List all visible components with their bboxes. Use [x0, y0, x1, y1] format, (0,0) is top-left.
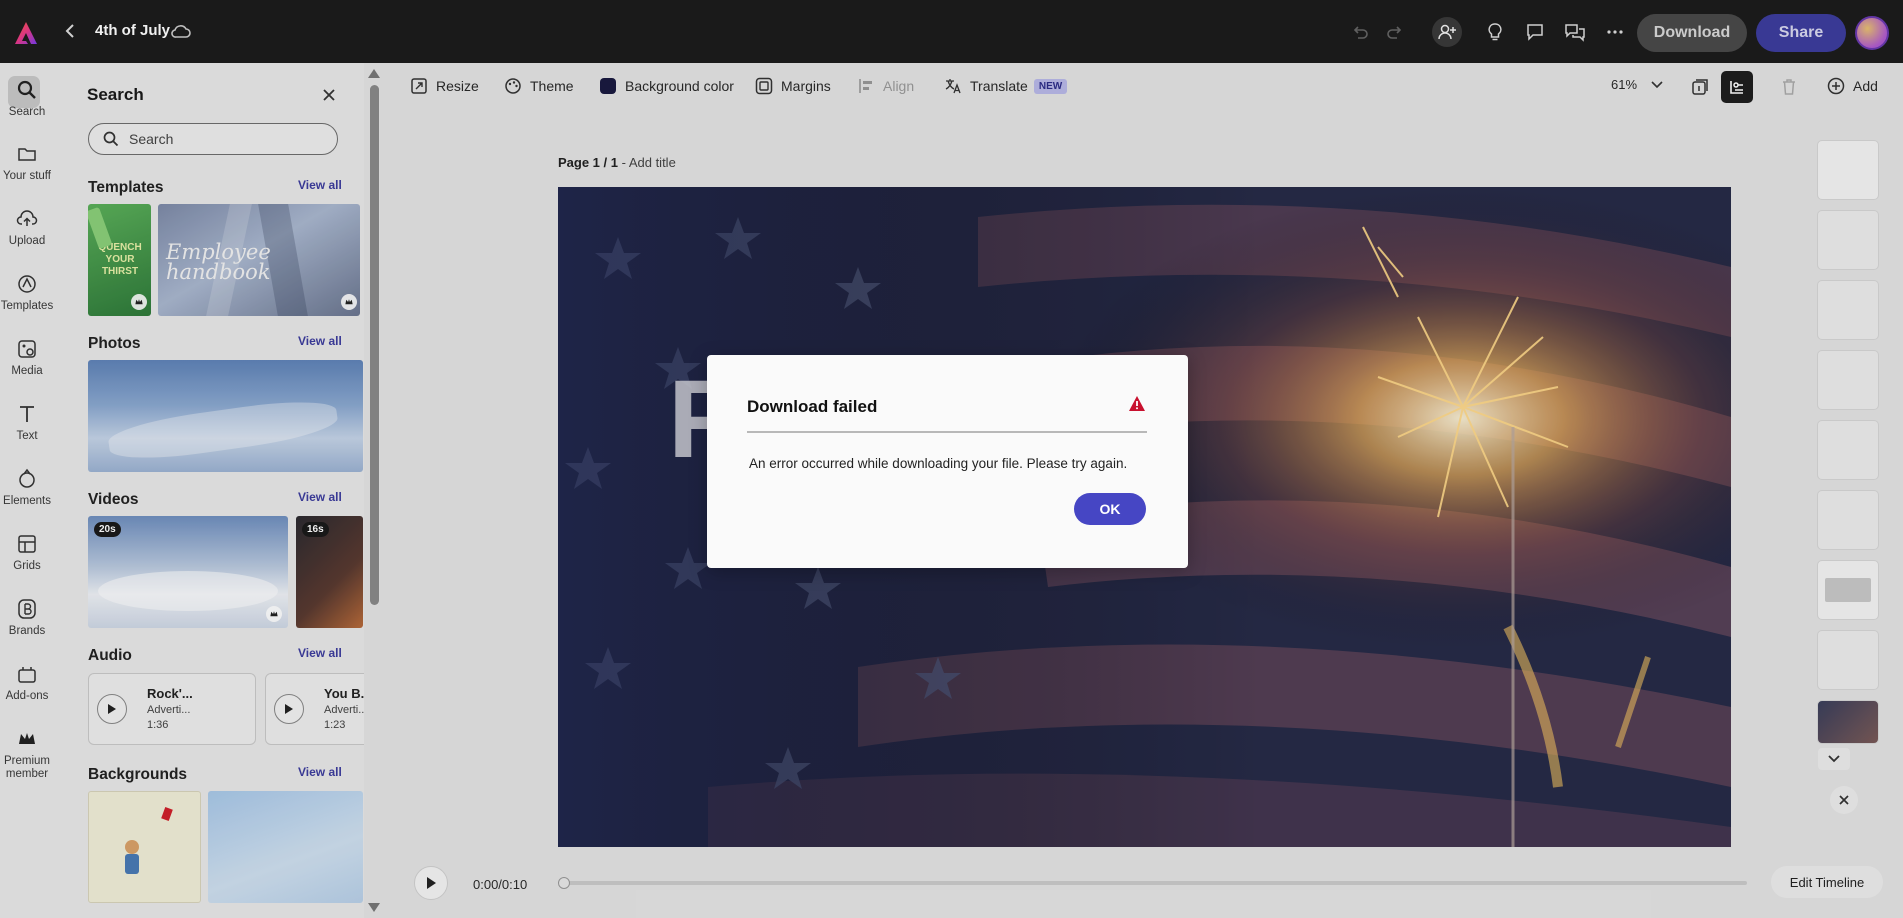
dialog-title: Download failed: [747, 397, 878, 416]
dialog-message: An error occurred while downloading your…: [749, 456, 1128, 471]
dialog-divider: [747, 431, 1147, 433]
ok-button[interactable]: OK: [1074, 493, 1146, 525]
download-failed-dialog: Download failed An error occurred while …: [707, 355, 1188, 568]
warning-icon: [1128, 395, 1146, 412]
